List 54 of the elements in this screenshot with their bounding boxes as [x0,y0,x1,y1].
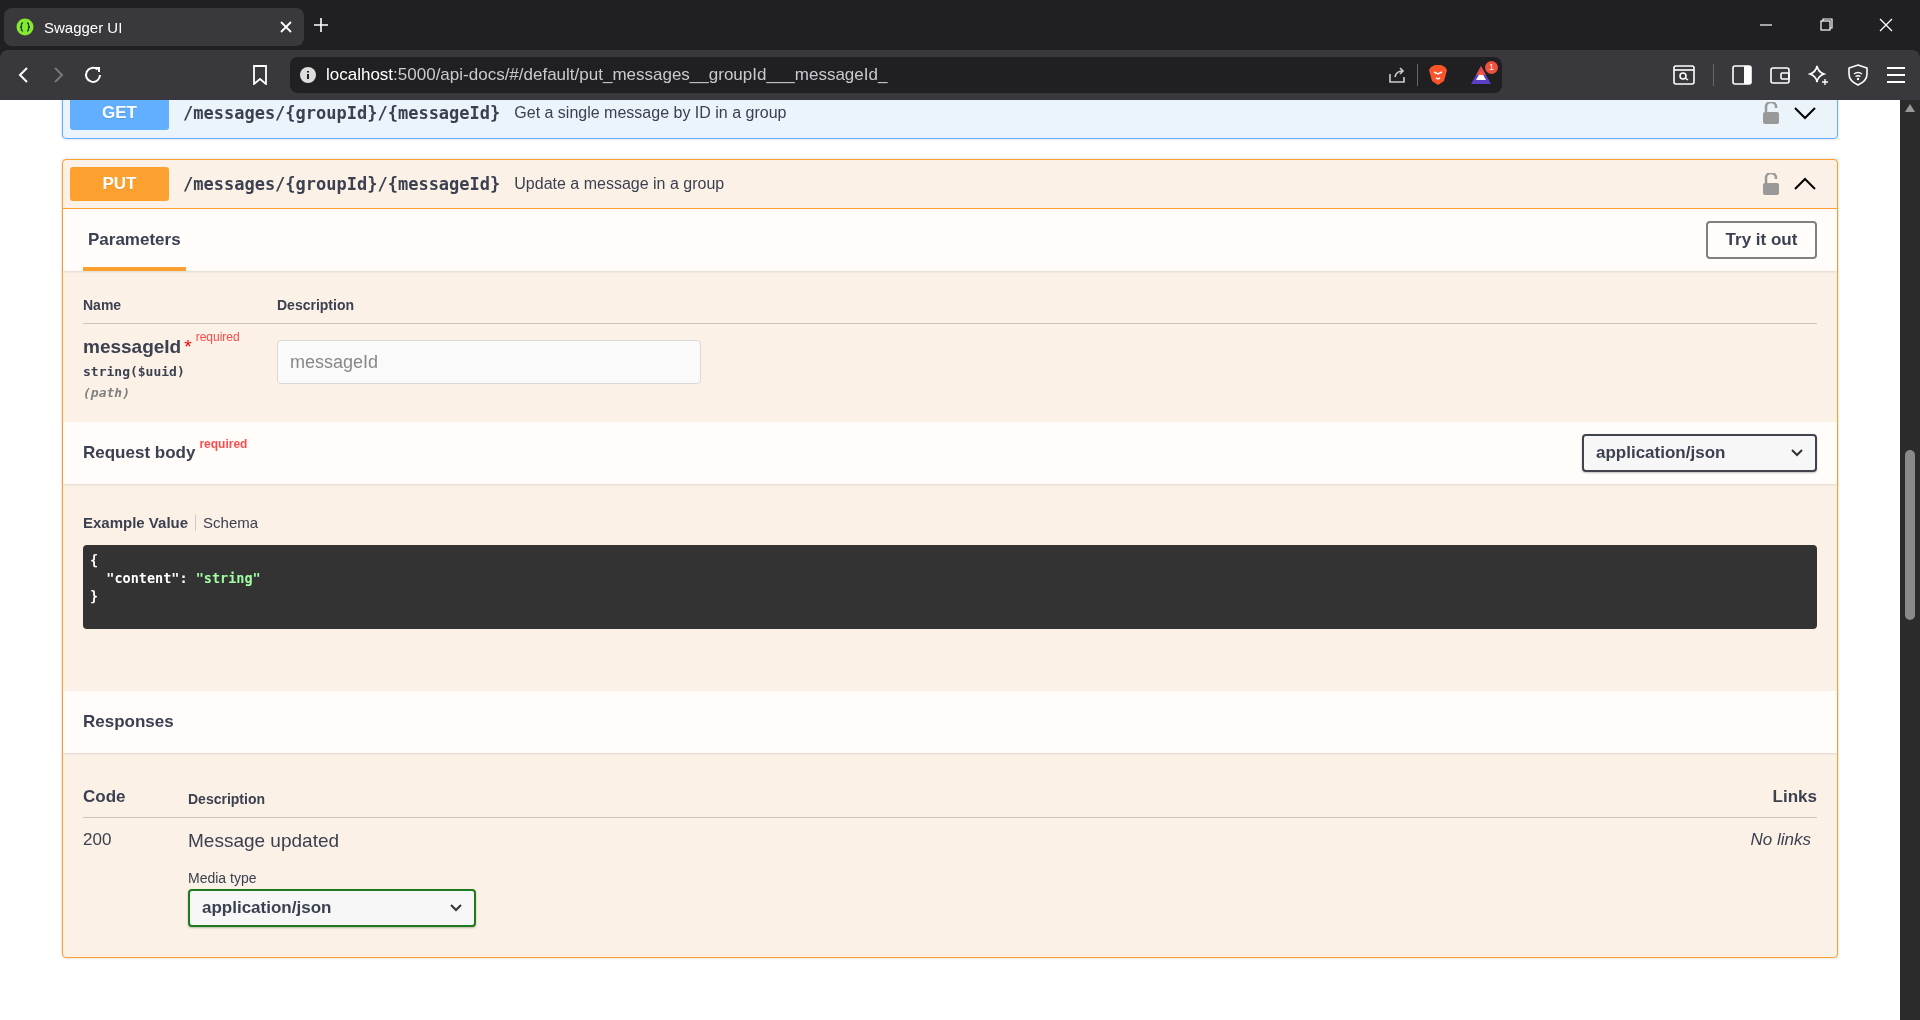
scrollbar-thumb[interactable] [1905,450,1915,620]
search-icon[interactable] [1673,65,1695,85]
column-header: Description [188,791,266,807]
endpoint-path: /messages/{groupId}/{messageId} [183,103,501,123]
section-title: Responses [83,712,174,732]
parameters-tab[interactable]: Parameters [83,213,186,271]
info-icon [300,67,316,83]
chevron-down-icon[interactable] [1794,106,1816,120]
operation-header[interactable]: GET /messages/{groupId}/{messageId} Get a single message by ID in a group [63,100,1837,138]
caret-icon [1791,449,1803,457]
code-block: { "content": "string" } [83,545,1817,629]
column-header: Description [277,297,354,313]
operation-summary: Update a message in a group [514,175,726,193]
padlock-icon[interactable] [1762,173,1780,195]
shield-icon[interactable] [1848,64,1868,86]
required-label: required [195,330,240,344]
address-bar[interactable]: localhost:5000/api-docs/#/default/put_messages__groupId___messageId_ 1 [290,57,1502,93]
try-it-out-button[interactable]: Try it out [1706,221,1817,259]
sparkle-icon[interactable] [1808,64,1830,86]
content-type-select[interactable]: application/json [1582,434,1817,472]
method-badge: PUT [70,167,169,201]
response-description: Message updated [188,830,341,852]
scroll-up-icon[interactable] [1905,104,1915,112]
bookmark-icon[interactable] [252,65,268,85]
parameter-location: (path) [83,385,131,400]
example-tab[interactable]: Schema [195,514,266,531]
wallet-icon[interactable] [1770,65,1790,85]
padlock-icon[interactable] [1762,102,1780,124]
notification-badge: 1 [1485,61,1498,74]
reload-icon[interactable] [82,64,104,86]
share-icon[interactable] [1387,65,1407,85]
column-header: Code [83,787,127,807]
close-icon[interactable] [280,21,292,33]
chevron-up-icon[interactable] [1794,177,1816,191]
field-label: Media type [188,870,258,886]
operation-summary: Get a single message by ID in a group [514,104,788,122]
required-asterisk: * [184,336,192,357]
new-tab-icon[interactable] [314,18,328,32]
parameter-type: string($uuid) [83,364,186,379]
input-field[interactable]: messageId [277,340,701,384]
caret-icon [450,904,462,912]
links-text: No links [1750,830,1811,851]
sidebar-icon[interactable] [1732,65,1752,85]
example-tab[interactable]: Example Value [83,514,196,531]
parameter-name: messageId [83,336,182,357]
column-header: Links [1772,787,1817,807]
braces-icon [16,18,34,36]
endpoint-path: /messages/{groupId}/{messageId} [183,174,501,194]
media-type-select[interactable]: application/json [188,889,476,927]
status-code: 200 [83,830,112,849]
method-badge: GET [70,100,169,130]
menu-icon[interactable] [1886,66,1906,84]
browser-tab[interactable]: Swagger UI [4,8,304,46]
column-header: Name [83,297,123,313]
